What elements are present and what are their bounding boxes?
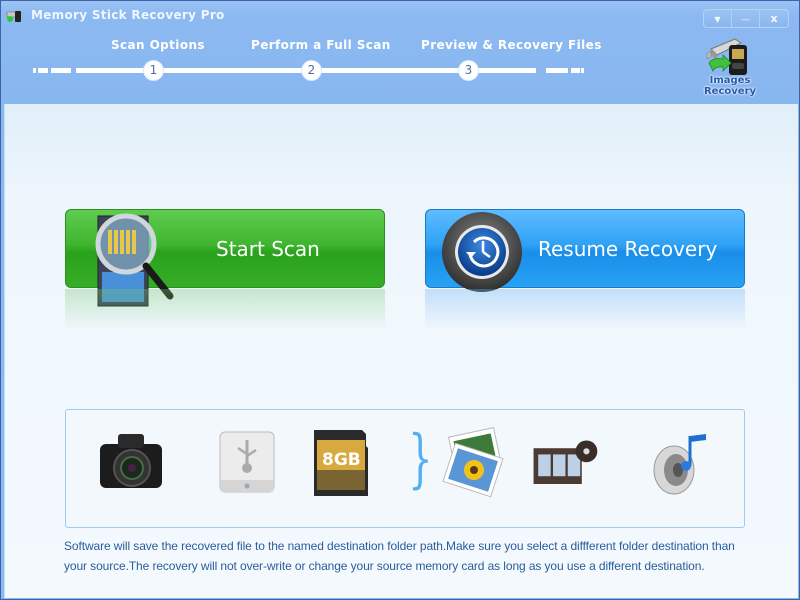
sd-card-capacity: 8GB: [322, 450, 361, 470]
minimize-icon: —: [741, 15, 750, 25]
film-icon: [533, 440, 598, 484]
progress-dash: [38, 68, 48, 73]
progress-dash: [51, 68, 71, 73]
usb-drive-icon: [219, 431, 275, 493]
images-recovery-button[interactable]: Images Recovery: [701, 33, 759, 99]
window-title: Memory Stick Recovery Pro: [31, 8, 225, 22]
progress-dash: [571, 68, 580, 73]
main-content: Start Scan Resume Recovery 8GB} Softwar…: [4, 104, 798, 598]
step-label-3: Preview & Recovery Files: [421, 38, 602, 52]
start-scan-button[interactable]: Start Scan: [65, 209, 385, 307]
step-label-1: Scan Options: [111, 38, 205, 52]
close-button[interactable]: x: [759, 9, 789, 28]
progress-dash: [33, 68, 36, 73]
step-circle-1: 1: [144, 61, 163, 80]
brace-divider: }: [408, 422, 433, 496]
photo-icon: [442, 427, 504, 498]
app-window: Memory Stick Recovery Pro Scan Options P…: [0, 0, 800, 600]
camera-icon: [100, 434, 162, 488]
progress-dash: [581, 68, 584, 73]
step-circle-3: 3: [459, 61, 478, 80]
start-scan-label: Start Scan: [216, 237, 320, 261]
step-circle-2: 2: [302, 61, 321, 80]
resume-recovery-button[interactable]: Resume Recovery: [425, 209, 745, 292]
header: Memory Stick Recovery Pro Scan Options P…: [1, 1, 799, 103]
sd-card-icon: 8GB: [310, 426, 380, 500]
start-scan-reflection: [65, 289, 385, 329]
minimize-button[interactable]: —: [731, 9, 760, 28]
speaker-music-icon: [653, 434, 706, 495]
close-icon: x: [770, 12, 778, 25]
supported-devices-panel: 8GB }: [65, 409, 745, 528]
info-text: Software will save the recovered file to…: [64, 539, 735, 573]
triangle-down-icon: ▼: [714, 15, 721, 24]
images-recovery-label-1: Images: [709, 75, 751, 86]
step-label-2: Perform a Full Scan: [251, 38, 391, 52]
resume-recovery-label: Resume Recovery: [538, 237, 718, 261]
resume-recovery-reflection: [425, 289, 745, 329]
progress-dash: [546, 68, 568, 73]
menu-dropdown-button[interactable]: ▼: [703, 9, 732, 28]
app-icon: [6, 11, 21, 22]
usb-recovery-icon: [706, 38, 747, 75]
images-recovery-label-2: Recovery: [703, 86, 757, 97]
